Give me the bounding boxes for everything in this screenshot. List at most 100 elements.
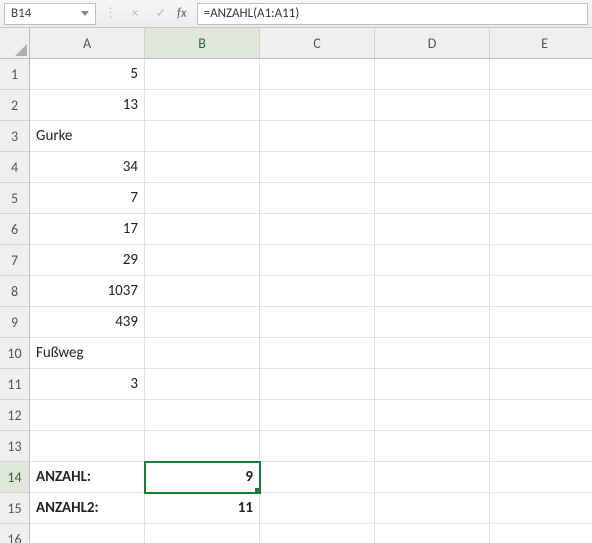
cell-C11[interactable]	[260, 369, 375, 400]
cell-A16[interactable]	[30, 524, 145, 543]
cell-C5[interactable]	[260, 183, 375, 214]
cell-D6[interactable]	[375, 214, 490, 245]
cell-E1[interactable]	[490, 59, 592, 90]
cell-E9[interactable]	[490, 307, 592, 338]
cell-D15[interactable]	[375, 493, 490, 524]
cell-D3[interactable]	[375, 121, 490, 152]
fx-icon[interactable]: fx	[177, 6, 191, 21]
cell-C16[interactable]	[260, 524, 375, 543]
row-header-10[interactable]: 10	[0, 338, 30, 369]
cell-C9[interactable]	[260, 307, 375, 338]
sheet-area[interactable]: ABCDE152133Gurke4345761772981037943910Fu…	[0, 28, 592, 543]
cell-D9[interactable]	[375, 307, 490, 338]
cell-E11[interactable]	[490, 369, 592, 400]
column-header-B[interactable]: B	[145, 28, 260, 59]
cell-A4[interactable]: 34	[30, 152, 145, 183]
cell-B3[interactable]	[145, 121, 260, 152]
cell-D12[interactable]	[375, 400, 490, 431]
cell-C14[interactable]	[260, 462, 375, 493]
cell-E5[interactable]	[490, 183, 592, 214]
row-header-16[interactable]: 16	[0, 524, 30, 543]
cell-B8[interactable]	[145, 276, 260, 307]
cell-A2[interactable]: 13	[30, 90, 145, 121]
cell-A10[interactable]: Fußweg	[30, 338, 145, 369]
cell-D1[interactable]	[375, 59, 490, 90]
row-header-8[interactable]: 8	[0, 276, 30, 307]
cell-E12[interactable]	[490, 400, 592, 431]
column-header-D[interactable]: D	[375, 28, 490, 59]
cell-E8[interactable]	[490, 276, 592, 307]
cell-A14[interactable]: ANZAHL:	[30, 462, 145, 493]
cell-B9[interactable]	[145, 307, 260, 338]
cell-E13[interactable]	[490, 431, 592, 462]
cell-D4[interactable]	[375, 152, 490, 183]
cell-E4[interactable]	[490, 152, 592, 183]
cell-A15[interactable]: ANZAHL2:	[30, 493, 145, 524]
formula-input[interactable]: =ANZAHL(A1:A11)	[197, 3, 588, 25]
cell-B12[interactable]	[145, 400, 260, 431]
row-header-14[interactable]: 14	[0, 462, 30, 493]
cell-B14[interactable]: 9	[145, 462, 260, 493]
cell-D11[interactable]	[375, 369, 490, 400]
select-all-corner[interactable]	[0, 28, 30, 59]
cell-C10[interactable]	[260, 338, 375, 369]
cell-B10[interactable]	[145, 338, 260, 369]
cell-D5[interactable]	[375, 183, 490, 214]
column-header-C[interactable]: C	[260, 28, 375, 59]
row-header-12[interactable]: 12	[0, 400, 30, 431]
cell-D2[interactable]	[375, 90, 490, 121]
cell-C1[interactable]	[260, 59, 375, 90]
cell-A12[interactable]	[30, 400, 145, 431]
cell-E3[interactable]	[490, 121, 592, 152]
cell-A11[interactable]: 3	[30, 369, 145, 400]
cell-D7[interactable]	[375, 245, 490, 276]
row-header-13[interactable]: 13	[0, 431, 30, 462]
row-header-2[interactable]: 2	[0, 90, 30, 121]
cell-B2[interactable]	[145, 90, 260, 121]
cell-C2[interactable]	[260, 90, 375, 121]
column-header-E[interactable]: E	[490, 28, 592, 59]
cell-E10[interactable]	[490, 338, 592, 369]
cell-B4[interactable]	[145, 152, 260, 183]
cell-C15[interactable]	[260, 493, 375, 524]
column-header-A[interactable]: A	[30, 28, 145, 59]
row-header-6[interactable]: 6	[0, 214, 30, 245]
cell-B1[interactable]	[145, 59, 260, 90]
cell-B16[interactable]	[145, 524, 260, 543]
row-header-11[interactable]: 11	[0, 369, 30, 400]
cell-C4[interactable]	[260, 152, 375, 183]
cell-A8[interactable]: 1037	[30, 276, 145, 307]
cell-D16[interactable]	[375, 524, 490, 543]
cell-E7[interactable]	[490, 245, 592, 276]
cell-E2[interactable]	[490, 90, 592, 121]
cell-D10[interactable]	[375, 338, 490, 369]
cell-D13[interactable]	[375, 431, 490, 462]
row-header-9[interactable]: 9	[0, 307, 30, 338]
cell-B13[interactable]	[145, 431, 260, 462]
cell-D8[interactable]	[375, 276, 490, 307]
cell-C6[interactable]	[260, 214, 375, 245]
cell-D14[interactable]	[375, 462, 490, 493]
row-header-7[interactable]: 7	[0, 245, 30, 276]
cell-B5[interactable]	[145, 183, 260, 214]
name-box[interactable]: B14	[4, 3, 96, 25]
cell-A5[interactable]: 7	[30, 183, 145, 214]
cell-C12[interactable]	[260, 400, 375, 431]
cell-E14[interactable]	[490, 462, 592, 493]
cell-E6[interactable]	[490, 214, 592, 245]
row-header-1[interactable]: 1	[0, 59, 30, 90]
cell-B11[interactable]	[145, 369, 260, 400]
cell-E15[interactable]	[490, 493, 592, 524]
cell-C13[interactable]	[260, 431, 375, 462]
cell-B15[interactable]: 11	[145, 493, 260, 524]
cell-B6[interactable]	[145, 214, 260, 245]
row-header-3[interactable]: 3	[0, 121, 30, 152]
cell-C7[interactable]	[260, 245, 375, 276]
confirm-icon[interactable]: ✓	[151, 4, 171, 24]
cancel-icon[interactable]: ×	[125, 4, 145, 24]
cell-C8[interactable]	[260, 276, 375, 307]
cell-E16[interactable]	[490, 524, 592, 543]
cell-A6[interactable]: 17	[30, 214, 145, 245]
row-header-4[interactable]: 4	[0, 152, 30, 183]
row-header-5[interactable]: 5	[0, 183, 30, 214]
